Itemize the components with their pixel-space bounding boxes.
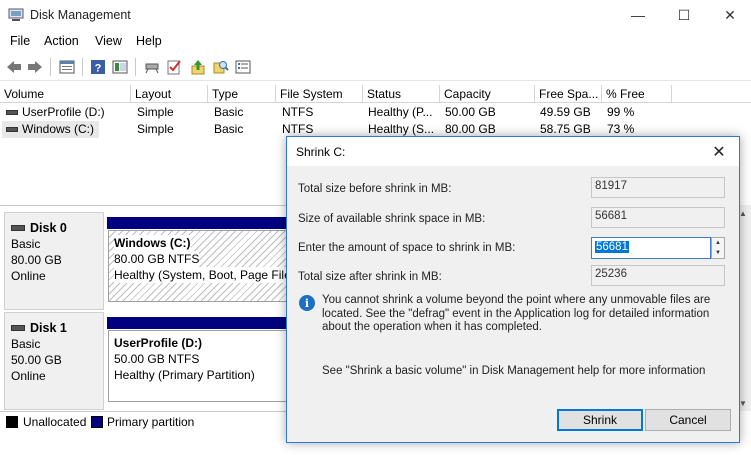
toolbar: ? xyxy=(0,53,751,81)
column-header-status[interactable]: Status xyxy=(363,85,440,103)
spin-up-icon[interactable]: ▲ xyxy=(712,238,724,248)
disk-0-label[interactable]: Disk 0 Basic 80.00 GB Online xyxy=(4,212,104,310)
volume-capacity: 50.00 GB xyxy=(445,105,496,119)
volume-free-space: 49.59 GB xyxy=(540,105,591,119)
shrink-amount-value: 56681 xyxy=(595,241,629,253)
window-title: Disk Management xyxy=(30,8,131,22)
partition-name: Windows (C:) xyxy=(114,235,191,251)
volume-icon xyxy=(6,110,18,116)
disk-state: Online xyxy=(11,369,46,383)
connect-icon[interactable] xyxy=(143,58,161,76)
disk-name: Disk 0 xyxy=(30,221,67,235)
partition-status: Healthy (System, Boot, Page File xyxy=(114,267,291,283)
available-shrink-value: 56681 xyxy=(591,207,725,228)
info-message: You cannot shrink a volume beyond the po… xyxy=(322,294,711,333)
legend-primary-label: Primary partition xyxy=(107,415,195,429)
disk-state: Online xyxy=(11,269,46,283)
volume-row[interactable]: UserProfile (D:) Simple Basic NTFS Healt… xyxy=(0,104,751,121)
toolbar-separator xyxy=(135,58,136,76)
volume-status: Healthy (P... xyxy=(368,105,433,119)
help-icon[interactable]: ? xyxy=(89,58,107,76)
menu-file[interactable]: File xyxy=(10,34,30,48)
cancel-button[interactable]: Cancel xyxy=(645,409,731,431)
total-after-value: 25236 xyxy=(591,265,725,286)
column-header-file-system[interactable]: File System xyxy=(276,85,363,103)
volume-type: Basic xyxy=(214,105,244,119)
list-view-icon[interactable] xyxy=(234,58,252,76)
maximize-button[interactable]: ☐ xyxy=(661,0,707,30)
disk-icon xyxy=(11,225,25,231)
available-shrink-label: Size of available shrink space in MB: xyxy=(298,213,486,225)
menu-view[interactable]: View xyxy=(95,34,122,48)
shrink-dialog: Shrink C: ✕ Total size before shrink in … xyxy=(286,136,740,443)
volume-type: Basic xyxy=(214,122,244,136)
toolbar-separator xyxy=(82,58,83,76)
shrink-amount-input[interactable]: 56681 xyxy=(591,237,711,259)
volume-name: Windows (C:) xyxy=(22,122,95,136)
column-header-layout[interactable]: Layout xyxy=(131,85,208,103)
dialog-title: Shrink C: xyxy=(296,145,346,159)
disk-management-app-icon xyxy=(8,8,24,21)
volume-list-header: Volume Layout Type File System Status Ca… xyxy=(0,85,751,103)
menu-action[interactable]: Action xyxy=(44,34,79,48)
upload-icon[interactable] xyxy=(189,58,207,76)
back-arrow-icon[interactable] xyxy=(5,58,23,76)
disk-name: Disk 1 xyxy=(30,321,67,335)
disk-1-label[interactable]: Disk 1 Basic 50.00 GB Online xyxy=(4,312,104,410)
column-header-capacity[interactable]: Capacity xyxy=(440,85,535,103)
volume-file-system: NTFS xyxy=(282,105,314,119)
dialog-title-bar: Shrink C: ✕ xyxy=(287,137,739,166)
info-icon: i xyxy=(299,295,315,311)
volume-percent-free: 99 % xyxy=(607,105,635,119)
menu-help[interactable]: Help xyxy=(136,34,162,48)
total-before-label: Total size before shrink in MB: xyxy=(298,183,452,195)
spin-down-icon[interactable]: ▼ xyxy=(712,248,724,258)
volume-name-cell: UserProfile (D:) xyxy=(2,104,131,121)
legend-unallocated-swatch xyxy=(6,416,18,428)
close-window-button[interactable]: ✕ xyxy=(707,0,751,30)
partition-size: 80.00 GB NTFS xyxy=(114,251,200,267)
column-header-volume[interactable]: Volume xyxy=(0,85,131,103)
disk-size: 80.00 GB xyxy=(11,253,62,267)
volume-layout: Simple xyxy=(137,105,174,119)
properties-icon[interactable] xyxy=(58,58,76,76)
legend-primary-swatch xyxy=(91,416,103,428)
disk-type: Basic xyxy=(11,337,41,351)
disk-type: Basic xyxy=(11,237,41,251)
column-header-free-space[interactable]: Free Spa... xyxy=(535,85,602,103)
checklist-icon[interactable] xyxy=(165,58,183,76)
disk-management-window: Disk Management — ☐ ✕ File Action View H… xyxy=(0,0,751,455)
toolbar-separator xyxy=(50,58,51,76)
console-icon[interactable] xyxy=(111,58,129,76)
volume-layout: Simple xyxy=(137,122,174,136)
shrink-amount-stepper[interactable]: ▲ ▼ xyxy=(711,237,725,259)
column-header-type[interactable]: Type xyxy=(208,85,276,103)
svg-text:?: ? xyxy=(95,63,102,75)
volume-name: UserProfile (D:) xyxy=(22,105,105,119)
volume-name-cell: Windows (C:) xyxy=(2,121,99,138)
dialog-close-icon[interactable]: ✕ xyxy=(707,141,731,163)
disk-size: 50.00 GB xyxy=(11,353,62,367)
volume-icon xyxy=(6,127,18,133)
search-disk-icon[interactable] xyxy=(212,58,230,76)
menu-bar: File Action View Help xyxy=(0,32,751,52)
title-bar: Disk Management — ☐ ✕ xyxy=(0,0,751,31)
forward-arrow-icon[interactable] xyxy=(26,58,44,76)
shrink-amount-label: Enter the amount of space to shrink in M… xyxy=(298,242,516,254)
minimize-button[interactable]: — xyxy=(615,0,661,30)
total-after-label: Total size after shrink in MB: xyxy=(298,271,442,283)
disk-icon xyxy=(11,325,25,331)
help-message: See "Shrink a basic volume" in Disk Mana… xyxy=(322,365,706,377)
shrink-button[interactable]: Shrink xyxy=(557,409,643,431)
total-before-value: 81917 xyxy=(591,177,725,198)
legend-unallocated-label: Unallocated xyxy=(23,415,87,429)
column-header-percent-free[interactable]: % Free xyxy=(602,85,672,103)
